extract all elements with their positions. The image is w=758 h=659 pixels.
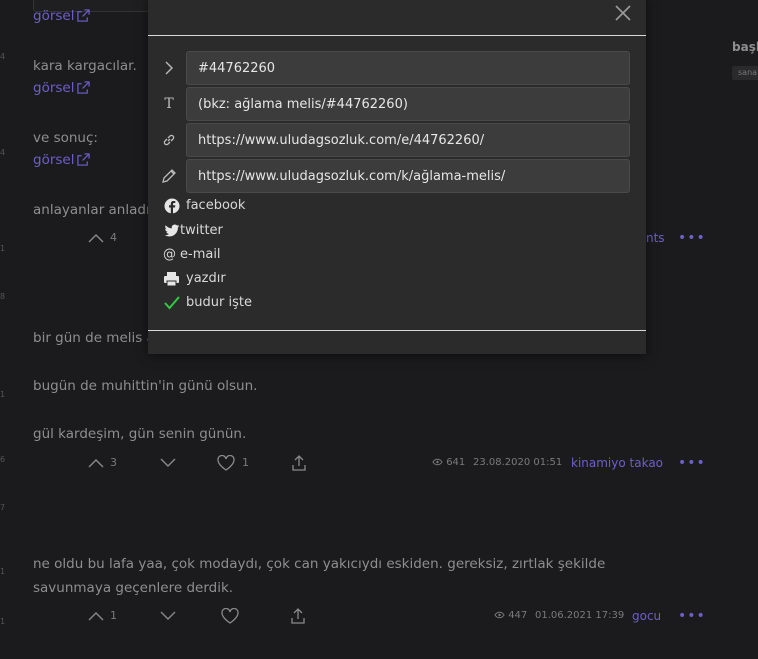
external-link-icon (77, 9, 91, 22)
chevron-up-icon (88, 612, 104, 621)
view-count-value: 447 (508, 610, 528, 621)
close-button[interactable] (612, 2, 634, 24)
chevron-down-icon (160, 611, 176, 620)
gutter-number: 1 (0, 567, 6, 576)
entry-text: gül kardeşim, gün senin günün. (33, 426, 247, 442)
gorsel-link-label: görsel (33, 80, 75, 96)
share-done[interactable]: budur işte (163, 293, 252, 313)
sidebar-title: başl (732, 40, 758, 54)
topic-url-row (148, 159, 646, 193)
entry-actions: 1 447 01.06.2021 17:39 gocu ••• (0, 604, 758, 628)
entry-date: 23.08.2020 01:51 (473, 457, 563, 468)
share-button[interactable] (291, 451, 307, 475)
external-link-icon (77, 81, 91, 94)
view-count-value: 641 (446, 457, 466, 468)
divider-bottom (148, 330, 646, 331)
entry-text: anlayanlar anladı (33, 202, 150, 218)
view-count: 447 (494, 604, 527, 628)
checkmark-icon (163, 295, 180, 312)
share-button[interactable] (290, 604, 306, 628)
topic-url-field[interactable] (186, 159, 630, 193)
divider-top (148, 35, 646, 36)
entry-actions: 3 1 641 23.08.2020 01:51 kinamiyo takao … (0, 451, 758, 475)
printer-icon (163, 271, 180, 288)
upvote-count: 4 (110, 231, 117, 244)
favorite-count: 1 (242, 456, 249, 469)
share-modal: T facebook twitter @ e-mail yazdır budur… (148, 0, 646, 354)
gutter-number: 1 (0, 390, 6, 399)
share-done-label: budur işte (186, 295, 252, 310)
gutter-number: 7 (0, 503, 6, 512)
share-print-label: yazdır (186, 271, 226, 286)
chevron-down-icon (160, 458, 176, 467)
author-link[interactable]: gocu (632, 604, 661, 628)
gorsel-link-label: görsel (33, 8, 75, 24)
twitter-icon (163, 223, 180, 240)
share-twitter[interactable]: twitter (163, 221, 223, 241)
gorsel-link-label: görsel (33, 152, 75, 168)
entry-id-row (148, 51, 646, 85)
downvote-button[interactable] (160, 451, 176, 475)
gorsel-link[interactable]: görsel (33, 152, 91, 168)
gutter-number: 8 (0, 292, 6, 301)
share-icon (291, 608, 305, 624)
entry-text: kara kargacılar. (33, 58, 137, 74)
entry-url-field[interactable] (186, 123, 630, 157)
link-icon (160, 131, 178, 149)
share-print[interactable]: yazdır (163, 269, 226, 289)
external-link-icon (77, 153, 91, 166)
favorite-button[interactable] (217, 451, 235, 475)
author-link[interactable]: kinamiyo takao (571, 451, 663, 475)
facebook-icon (163, 198, 180, 215)
eye-icon (494, 611, 505, 619)
favorite-button[interactable] (221, 604, 239, 628)
chevron-up-icon (88, 459, 104, 468)
upvote-count: 1 (110, 609, 117, 622)
share-facebook[interactable]: facebook (163, 196, 245, 216)
sidebar-tag[interactable]: sana (732, 66, 758, 80)
bkz-field[interactable] (186, 87, 630, 121)
gutter-number: 4 (0, 52, 6, 61)
entry-text: bugün de muhittin'in günü olsun. (33, 378, 258, 394)
upvote-button[interactable] (88, 604, 104, 628)
share-twitter-label: twitter (180, 223, 223, 238)
view-count: 641 (432, 451, 465, 475)
bkz-row: T (148, 87, 646, 121)
close-icon (615, 5, 631, 21)
pencil-icon (160, 167, 178, 185)
more-options-button[interactable]: ••• (678, 226, 706, 250)
at-icon: @ (163, 247, 176, 262)
entry-text: bir gün de melis a (33, 330, 155, 346)
entry-id-field[interactable] (186, 51, 630, 85)
gorsel-link[interactable]: görsel (33, 80, 91, 96)
heart-icon (221, 607, 239, 624)
eye-icon (432, 458, 443, 466)
text-icon: T (164, 96, 174, 112)
entry-text: ne oldu bu lafa yaa, çok modaydı, çok ca… (33, 556, 606, 596)
share-facebook-label: facebook (186, 198, 246, 213)
more-options-button[interactable]: ••• (678, 451, 706, 475)
heart-icon (217, 454, 235, 471)
share-email-label: e-mail (180, 247, 221, 262)
chevron-up-icon (88, 234, 104, 243)
entry-url-row (148, 123, 646, 157)
upvote-button[interactable] (88, 226, 104, 250)
upvote-button[interactable] (88, 451, 104, 475)
gutter-number: 4 (0, 148, 6, 157)
entry-date: 01.06.2021 17:39 (535, 610, 625, 621)
chevron-right-icon (160, 59, 178, 77)
gorsel-link-top[interactable]: görsel (33, 8, 91, 24)
share-icon (292, 455, 306, 471)
more-options-button[interactable]: ••• (678, 604, 706, 628)
upvote-count: 3 (110, 456, 117, 469)
entry-text: ve sonuç: (33, 130, 98, 146)
share-email[interactable]: @ e-mail (163, 245, 221, 265)
downvote-button[interactable] (160, 604, 176, 628)
author-link[interactable]: nts (646, 226, 665, 250)
